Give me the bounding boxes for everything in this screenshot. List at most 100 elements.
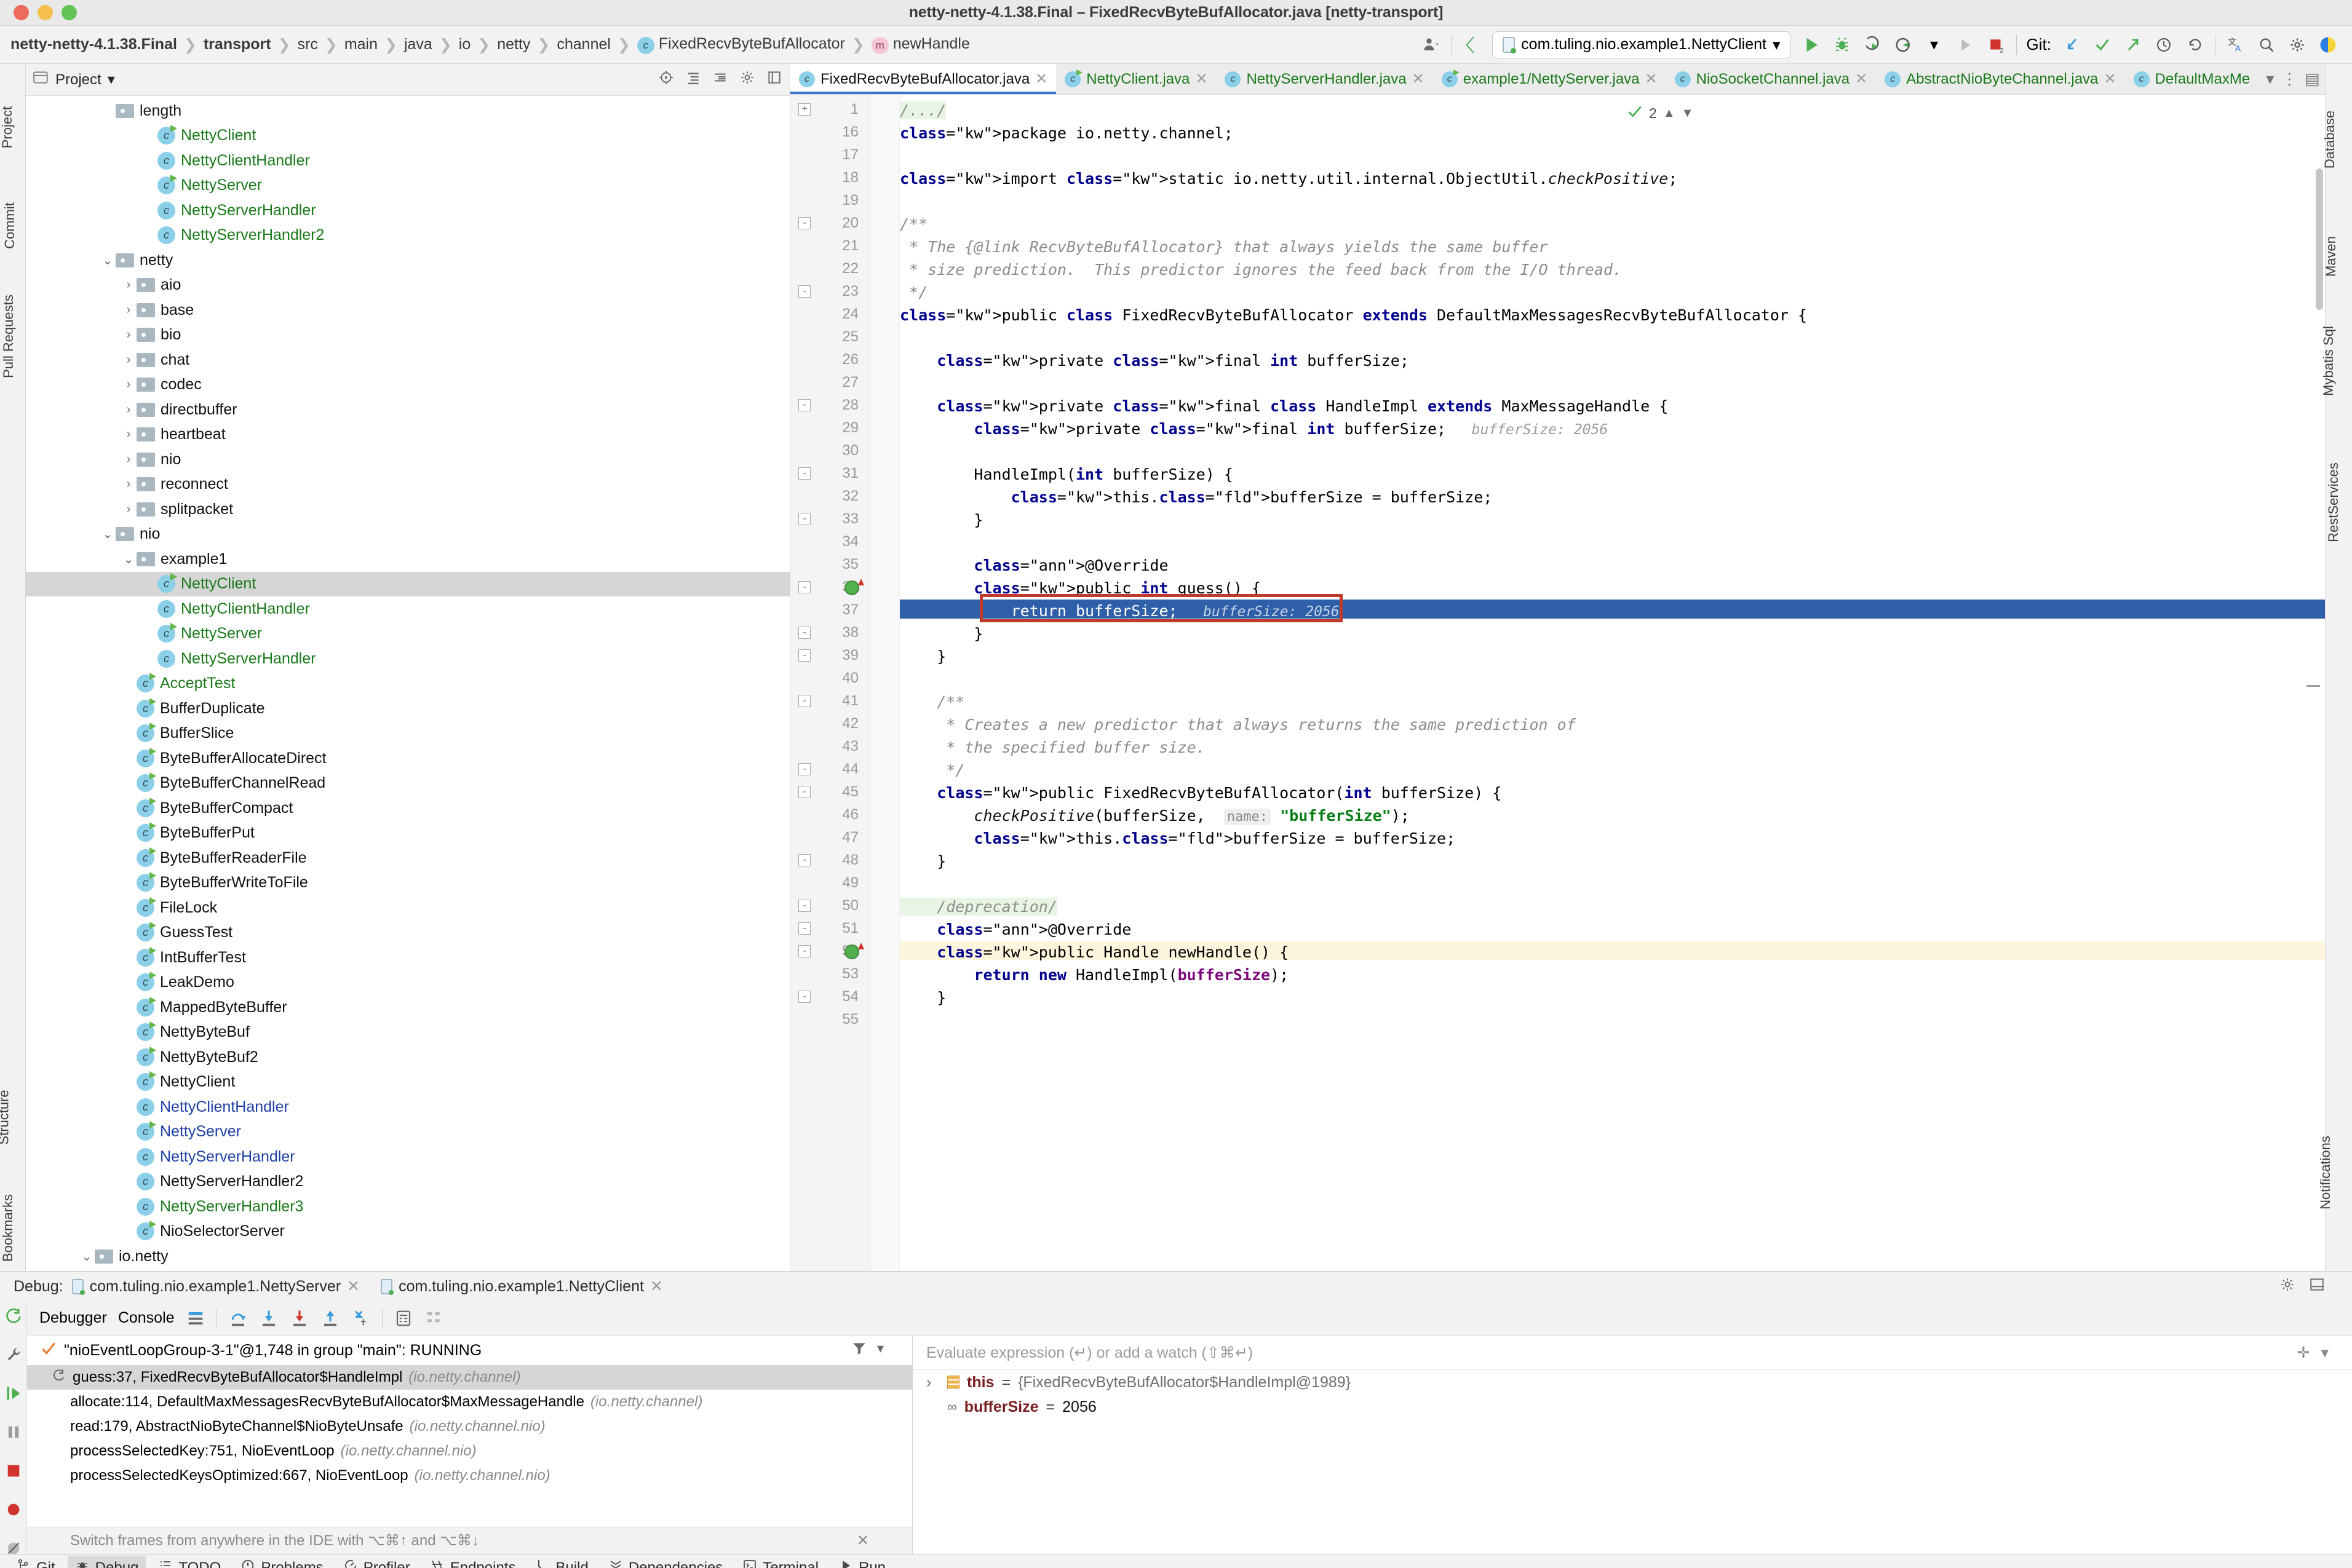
expand-variable-icon[interactable]: › [926,1374,940,1392]
add-watch-icon[interactable]: ✛ [2297,1344,2310,1362]
breadcrumb-item-src[interactable]: src [296,36,320,53]
chevron-down-icon[interactable]: ⌄ [79,1249,95,1264]
chevron-right-icon[interactable]: › [121,303,137,317]
rail-item-pull-requests[interactable]: Pull Requests [1,295,17,378]
user-avatar-icon[interactable] [1420,34,1441,55]
code-line[interactable]: return bufferSize; bufferSize: 2056 [900,601,1340,622]
chevron-down-icon[interactable]: ⌄ [100,526,116,542]
gear-icon[interactable] [2279,1277,2295,1297]
breakpoint-icon[interactable] [844,580,859,595]
step-over-icon[interactable] [228,1309,248,1328]
breakpoint-icon[interactable] [844,944,859,959]
stop-icon[interactable] [5,1462,22,1484]
tree-node[interactable]: c NettyClient [26,124,790,149]
frames-list[interactable]: guess:37, FixedRecvByteBufAllocator$Hand… [27,1365,912,1527]
tree-node[interactable]: c ByteBufferReaderFile [26,845,790,871]
code-line[interactable]: */ [900,761,964,780]
tree-node[interactable]: c ByteBufferWriteToFile [26,871,790,896]
tool-window-button-endpoints[interactable]: Endpoints [423,1556,523,1568]
chevron-down-icon[interactable]: ⌄ [100,253,116,268]
breadcrumb-item-project[interactable]: netty-netty-4.1.38.Final [9,36,179,53]
tree-node[interactable]: › codec [26,373,790,398]
collapse-fold-icon[interactable]: - [798,399,811,411]
code-line[interactable]: class="kw">import class="kw">static io.n… [900,169,1677,188]
coverage-icon[interactable] [1893,34,1914,55]
code-line[interactable]: class="kw">public FixedRecvByteBufAlloca… [900,783,1501,802]
close-tab-icon[interactable]: ✕ [1855,70,1867,88]
step-into-icon[interactable] [259,1309,279,1328]
rail-item-mybatis-sql[interactable]: Mybatis Sql [2321,326,2337,396]
collapse-fold-icon[interactable]: - [798,854,811,866]
tree-node[interactable]: ⌄ nio [26,522,790,547]
tree-node[interactable]: length [26,98,790,124]
rail-item-structure[interactable]: Structure [0,1090,12,1144]
tool-window-button-dependencies[interactable]: Dependencies [601,1556,730,1568]
tree-node[interactable]: c NettyByteBuf [26,1020,790,1045]
collapse-fold-icon[interactable]: - [798,695,811,707]
tree-node[interactable]: › chat [26,347,790,373]
collapse-fold-icon[interactable]: - [798,900,811,912]
code-line[interactable]: /deprecation/ [900,897,1057,916]
chevron-right-icon[interactable]: › [121,353,137,367]
tree-node[interactable]: c NettyServer [26,622,790,647]
collapse-fold-icon[interactable]: - [798,513,811,525]
code-editor[interactable]: 1 16 17 18 19 20 21 22 23 24 25 26 27 28 29 30 31 32 33 34 3… [790,95,2325,1271]
tree-node[interactable]: c NettyServer [26,1120,790,1145]
code-line[interactable]: * The {@link RecvByteBufAllocator} that … [900,237,1548,256]
rail-item-database[interactable]: Database [2322,111,2338,168]
rollback-icon[interactable] [2184,34,2205,55]
settings-wrench-icon[interactable] [5,1346,22,1368]
code-content[interactable]: /.../ class="kw">package io.netty.channel… [900,95,2325,1271]
tree-node[interactable]: › bio [26,323,790,348]
tree-node[interactable]: › directbuffer [26,397,790,422]
tree-node[interactable]: › heartbeat [26,422,790,448]
git-push-icon[interactable] [2123,34,2143,55]
rail-item-maven[interactable]: Maven [2323,236,2339,277]
hide-panel-icon[interactable] [766,69,782,90]
code-line[interactable]: /** [900,215,928,234]
stack-frame[interactable]: processSelectedKey:751, NioEventLoop (io.… [27,1439,912,1463]
code-line[interactable]: * size prediction. This predictor ignore… [900,260,1622,279]
rail-item-commit[interactable]: Commit [2,202,18,249]
tree-node[interactable]: ⌄ io.netty [26,1244,790,1269]
code-line[interactable]: } [900,510,983,529]
editor-tabs-overflow[interactable]: ▾ ⋮ ▤ [2259,64,2325,94]
tree-node[interactable]: c NettyClientHandler [26,1095,790,1120]
tool-window-button-build[interactable]: Build [528,1556,595,1568]
rail-item-project[interactable]: Project [0,106,15,148]
tree-node[interactable]: c AcceptTest [26,671,790,697]
filter-icon[interactable] [851,1340,867,1361]
history-icon[interactable] [2153,34,2174,55]
chevron-down-icon[interactable]: ▾ [2321,1344,2329,1362]
code-line[interactable]: class="kw">public class FixedRecvByteBuf… [900,306,1807,325]
tree-node[interactable]: c ByteBufferCompact [26,796,790,821]
project-tree[interactable]: length c NettyClient c NettyClientHandler c Ne… [26,96,790,1271]
tree-node[interactable]: c BufferDuplicate [26,696,790,721]
chevron-down-icon[interactable]: ▾ [1773,36,1781,54]
breadcrumb-item-channel[interactable]: channel [555,36,613,53]
code-line[interactable]: checkPositive(bufferSize, name: "bufferS… [900,806,1410,826]
editor-tab[interactable]: c NioSocketChannel.java ✕ [1666,64,1877,94]
rail-item-bookmarks[interactable]: Bookmarks [0,1194,16,1262]
close-tab-icon[interactable]: ✕ [1645,70,1658,88]
code-line[interactable]: class="kw">package io.netty.channel; [900,124,1233,143]
code-line[interactable]: class="kw">public Handle newHandle() { [900,943,1289,962]
tree-node[interactable]: › aio [26,273,790,298]
fold-gutter[interactable]: + - - - - - - - - - - - - - - - - [798,95,900,1271]
chevron-down-icon[interactable]: ▾ [2266,69,2274,89]
chevron-right-icon[interactable]: › [121,502,137,517]
tree-node[interactable]: ⌄ example1 [26,547,790,572]
code-line[interactable]: } [900,852,946,871]
variables-list[interactable]: › this = {FixedRecvByteBufAllocator$HandleI… [913,1370,2352,1419]
breadcrumb-item-io[interactable]: io [457,36,472,53]
tree-node[interactable]: c NettyServerHandler2 [26,223,790,248]
tree-node[interactable]: › nio [26,447,790,472]
stack-frame[interactable]: read:179, AbstractNioByteChannel$NioByte… [27,1414,912,1439]
method-override-icon[interactable] [858,943,864,949]
chevron-down-icon[interactable]: ▾ [1924,34,1945,55]
frames-layout-icon[interactable] [186,1309,205,1328]
collapse-fold-icon[interactable]: - [798,649,811,662]
code-line[interactable]: class="kw">this.class="fld">bufferSize =… [900,829,1455,848]
tree-node[interactable]: c ByteBufferAllocateDirect [26,746,790,771]
view-breakpoints-icon[interactable] [5,1501,22,1522]
